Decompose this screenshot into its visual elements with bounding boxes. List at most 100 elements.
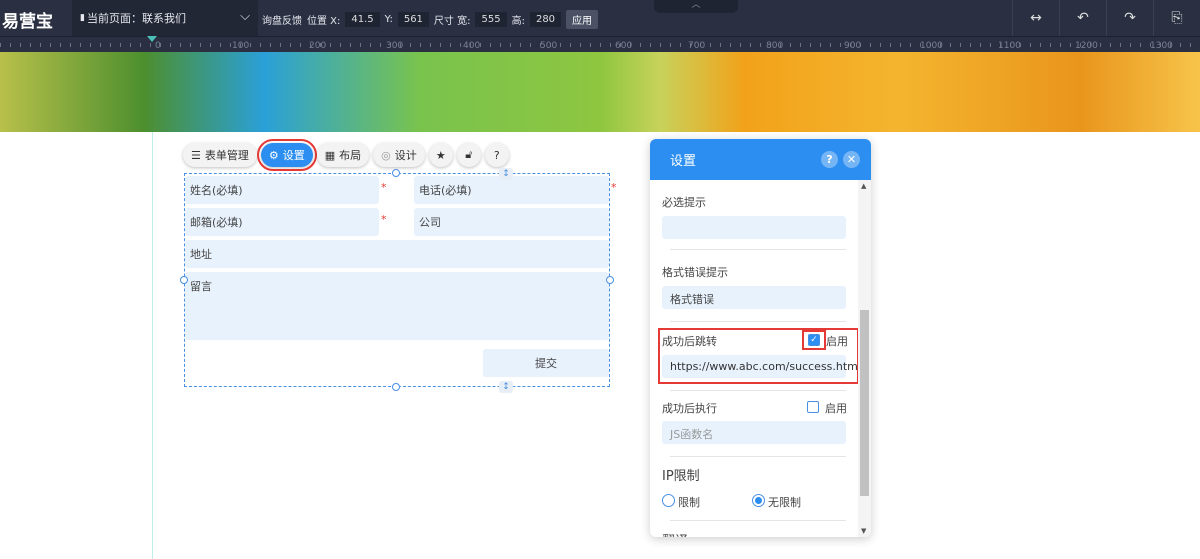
ruler-label: 400 [463, 41, 481, 51]
redirect-label: 成功后跳转 [662, 335, 717, 348]
undo-icon[interactable]: ↶ [1059, 0, 1106, 36]
address-field[interactable]: 地址 [185, 240, 609, 268]
gear-icon: ⚙ [268, 148, 279, 162]
scroll-up-icon[interactable]: ▲ [861, 182, 866, 190]
resize-handle[interactable] [180, 276, 188, 284]
translate-section-label: 翻译 [662, 530, 688, 537]
current-page-select[interactable]: ▮ 当前页面：联系我们 ⌵ [72, 0, 258, 36]
design-label: 设计 [394, 149, 417, 162]
export-icon[interactable]: ⎘ [1153, 0, 1200, 36]
help-icon: ? [493, 148, 500, 162]
name-field[interactable]: 姓名(必填) [185, 176, 379, 204]
required-mark: * [381, 213, 387, 226]
resize-handle[interactable] [606, 276, 614, 284]
phone-field[interactable]: 电话(必填) [414, 176, 609, 204]
divider [670, 390, 846, 391]
close-icon[interactable]: ✕ [843, 151, 860, 168]
banner-carousel [0, 52, 1200, 168]
required-mark: * [381, 181, 387, 194]
chevron-down-icon: ⌵ [240, 9, 250, 24]
form-list-icon: ☰ [191, 148, 201, 162]
panel-scrollbar[interactable]: ▲ ▼ [858, 180, 871, 537]
divider [670, 249, 846, 250]
layout-button[interactable]: ▦ 布局 [316, 143, 370, 167]
resize-handle[interactable] [392, 169, 400, 177]
required-mark: * [611, 181, 617, 194]
ruler-label: 200 [309, 41, 327, 51]
message-field[interactable]: 留言 [185, 272, 609, 340]
exec-enable-label: 启用 [825, 402, 847, 415]
format-error-label: 格式错误提示 [662, 266, 728, 279]
ruler-label: 100 [232, 41, 250, 51]
format-error-input[interactable]: 格式错误 [662, 286, 846, 309]
redirect-url-input[interactable]: https://www.abc.com/success.html [662, 355, 858, 378]
email-field[interactable]: 邮箱(必填) [185, 208, 379, 236]
help-icon[interactable]: ? [821, 151, 838, 168]
width-input[interactable]: 555 [475, 12, 507, 27]
guide-line [152, 132, 153, 559]
company-field[interactable]: 公司 [414, 208, 609, 236]
animation-button[interactable]: ★ [428, 143, 453, 167]
scroll-down-icon[interactable]: ▼ [861, 527, 866, 535]
panel-title: 设置 [670, 154, 697, 169]
divider [670, 456, 846, 457]
star-icon: ★ [435, 148, 446, 162]
lock-button[interactable]: 🔓︎ [456, 143, 481, 167]
x-label: 位置 X: [307, 16, 341, 27]
height-resize-icon[interactable]: ↕ [499, 381, 513, 393]
submit-button[interactable]: 提交 [483, 349, 609, 377]
top-toolbar: 易营宝 ▮ 当前页面：联系我们 ⌵ 询盘反馈 位置 X: 41.5 Y: 561… [0, 0, 1200, 36]
redirect-enable-checkbox[interactable]: ✓ [808, 334, 820, 346]
form-manage-label: 表单管理 [204, 149, 249, 162]
redirect-enable-label: 启用 [826, 335, 848, 348]
resize-handle[interactable] [392, 383, 400, 391]
height-label: 高: [511, 16, 525, 27]
design-icon: ◎ [381, 148, 391, 162]
ip-limit-radio[interactable] [662, 494, 675, 507]
scrollbar-thumb[interactable] [860, 310, 869, 496]
current-page-label: 当前页面：联系我们 [86, 12, 186, 25]
height-input[interactable]: 280 [529, 12, 562, 27]
design-button[interactable]: ◎ 设计 [373, 143, 425, 167]
settings-panel: 设置 ? ✕ 必选提示 格式错误提示 格式错误 成功后跳转 ✓ 启用 https… [650, 139, 871, 537]
position-size-fields: 询盘反馈 位置 X: 41.5 Y: 561 尺寸 宽: 555 高: 280 … [262, 10, 599, 29]
divider [670, 520, 846, 521]
x-input[interactable]: 41.5 [345, 12, 380, 27]
ip-limit-label: IP限制 [662, 469, 700, 484]
collapse-toolbar-button[interactable]: ︿ [654, 0, 738, 13]
exec-enable-checkbox[interactable] [807, 401, 819, 413]
apply-button[interactable]: 应用 [566, 10, 599, 29]
fit-width-icon[interactable]: ↔ [1012, 0, 1059, 36]
ip-unlimited-radio[interactable] [752, 494, 765, 507]
divider [670, 321, 846, 322]
unlock-icon: 🔓︎ [465, 148, 473, 161]
ruler-label: 600 [615, 41, 633, 51]
panel-header: 设置 ? ✕ [650, 139, 871, 180]
ruler-label: 1000 [920, 41, 943, 51]
page-icon: ▮ [80, 13, 85, 23]
required-hint-label: 必选提示 [662, 196, 706, 209]
ruler-origin-marker[interactable] [147, 36, 157, 42]
required-hint-input[interactable] [662, 216, 846, 239]
ruler-label: 1100 [998, 41, 1021, 51]
form-toolbar: ☰ 表单管理 ⚙ 设置 ▦ 布局 ◎ 设计 ★ 🔓︎ ? [183, 139, 509, 171]
ruler-label: 1300 [1150, 41, 1173, 51]
ruler-label: 500 [540, 41, 558, 51]
settings-button[interactable]: ⚙ 设置 [256, 139, 317, 171]
y-input[interactable]: 561 [397, 12, 429, 27]
redo-icon[interactable]: ↷ [1106, 0, 1153, 36]
form-manage-button[interactable]: ☰ 表单管理 [183, 143, 257, 167]
js-function-input[interactable]: JS函数名 [662, 421, 846, 444]
ip-limit-option: 限制 [678, 496, 700, 509]
height-resize-icon[interactable]: ↕ [499, 168, 513, 180]
ruler-label: 300 [386, 41, 404, 51]
help-button[interactable]: ? [484, 143, 509, 167]
ip-unlimited-option: 无限制 [768, 496, 801, 509]
panel-body: 必选提示 格式错误提示 格式错误 成功后跳转 ✓ 启用 https://www.… [650, 180, 858, 537]
component-name: 询盘反馈 [262, 16, 302, 27]
inquiry-form[interactable]: 姓名(必填) * 电话(必填) * 邮箱(必填) * 公司 地址 留言 提交 ↕… [180, 168, 617, 393]
ruler-label: 700 [688, 41, 706, 51]
exec-label: 成功后执行 [662, 402, 717, 415]
layout-label: 布局 [339, 149, 362, 162]
ruler-label: 1200 [1075, 41, 1098, 51]
